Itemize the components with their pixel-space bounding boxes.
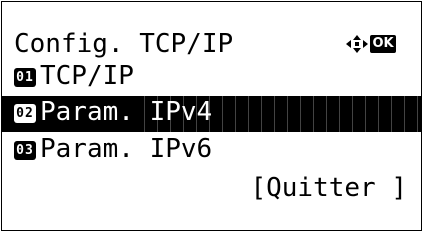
ok-key-icon: OK <box>370 35 396 53</box>
menu-item-tcpip[interactable]: 01 TCP/IP <box>2 60 421 96</box>
item-number-badge: 02 <box>14 104 36 123</box>
menu-item-param-ipv6[interactable]: 03 Param. IPv6 <box>2 133 421 169</box>
quit-row: [Quitter ] <box>2 168 421 208</box>
item-number-badge: 03 <box>14 141 36 160</box>
menu-item-label: Param. IPv6 <box>40 134 213 164</box>
item-number-badge: 01 <box>14 68 36 87</box>
navigation-keys: OK <box>346 35 402 53</box>
menu-item-label: TCP/IP <box>40 61 134 91</box>
quit-softkey[interactable]: [Quitter ] <box>250 168 407 208</box>
menu-item-param-ipv4[interactable]: 02 Param. IPv4 <box>2 96 421 132</box>
four-way-arrow-icon <box>346 35 368 53</box>
menu-item-label: Param. IPv4 <box>40 97 213 127</box>
lcd-screen: Config. TCP/IP OK 01 TCP/IP 02 Param. IP… <box>1 1 422 231</box>
